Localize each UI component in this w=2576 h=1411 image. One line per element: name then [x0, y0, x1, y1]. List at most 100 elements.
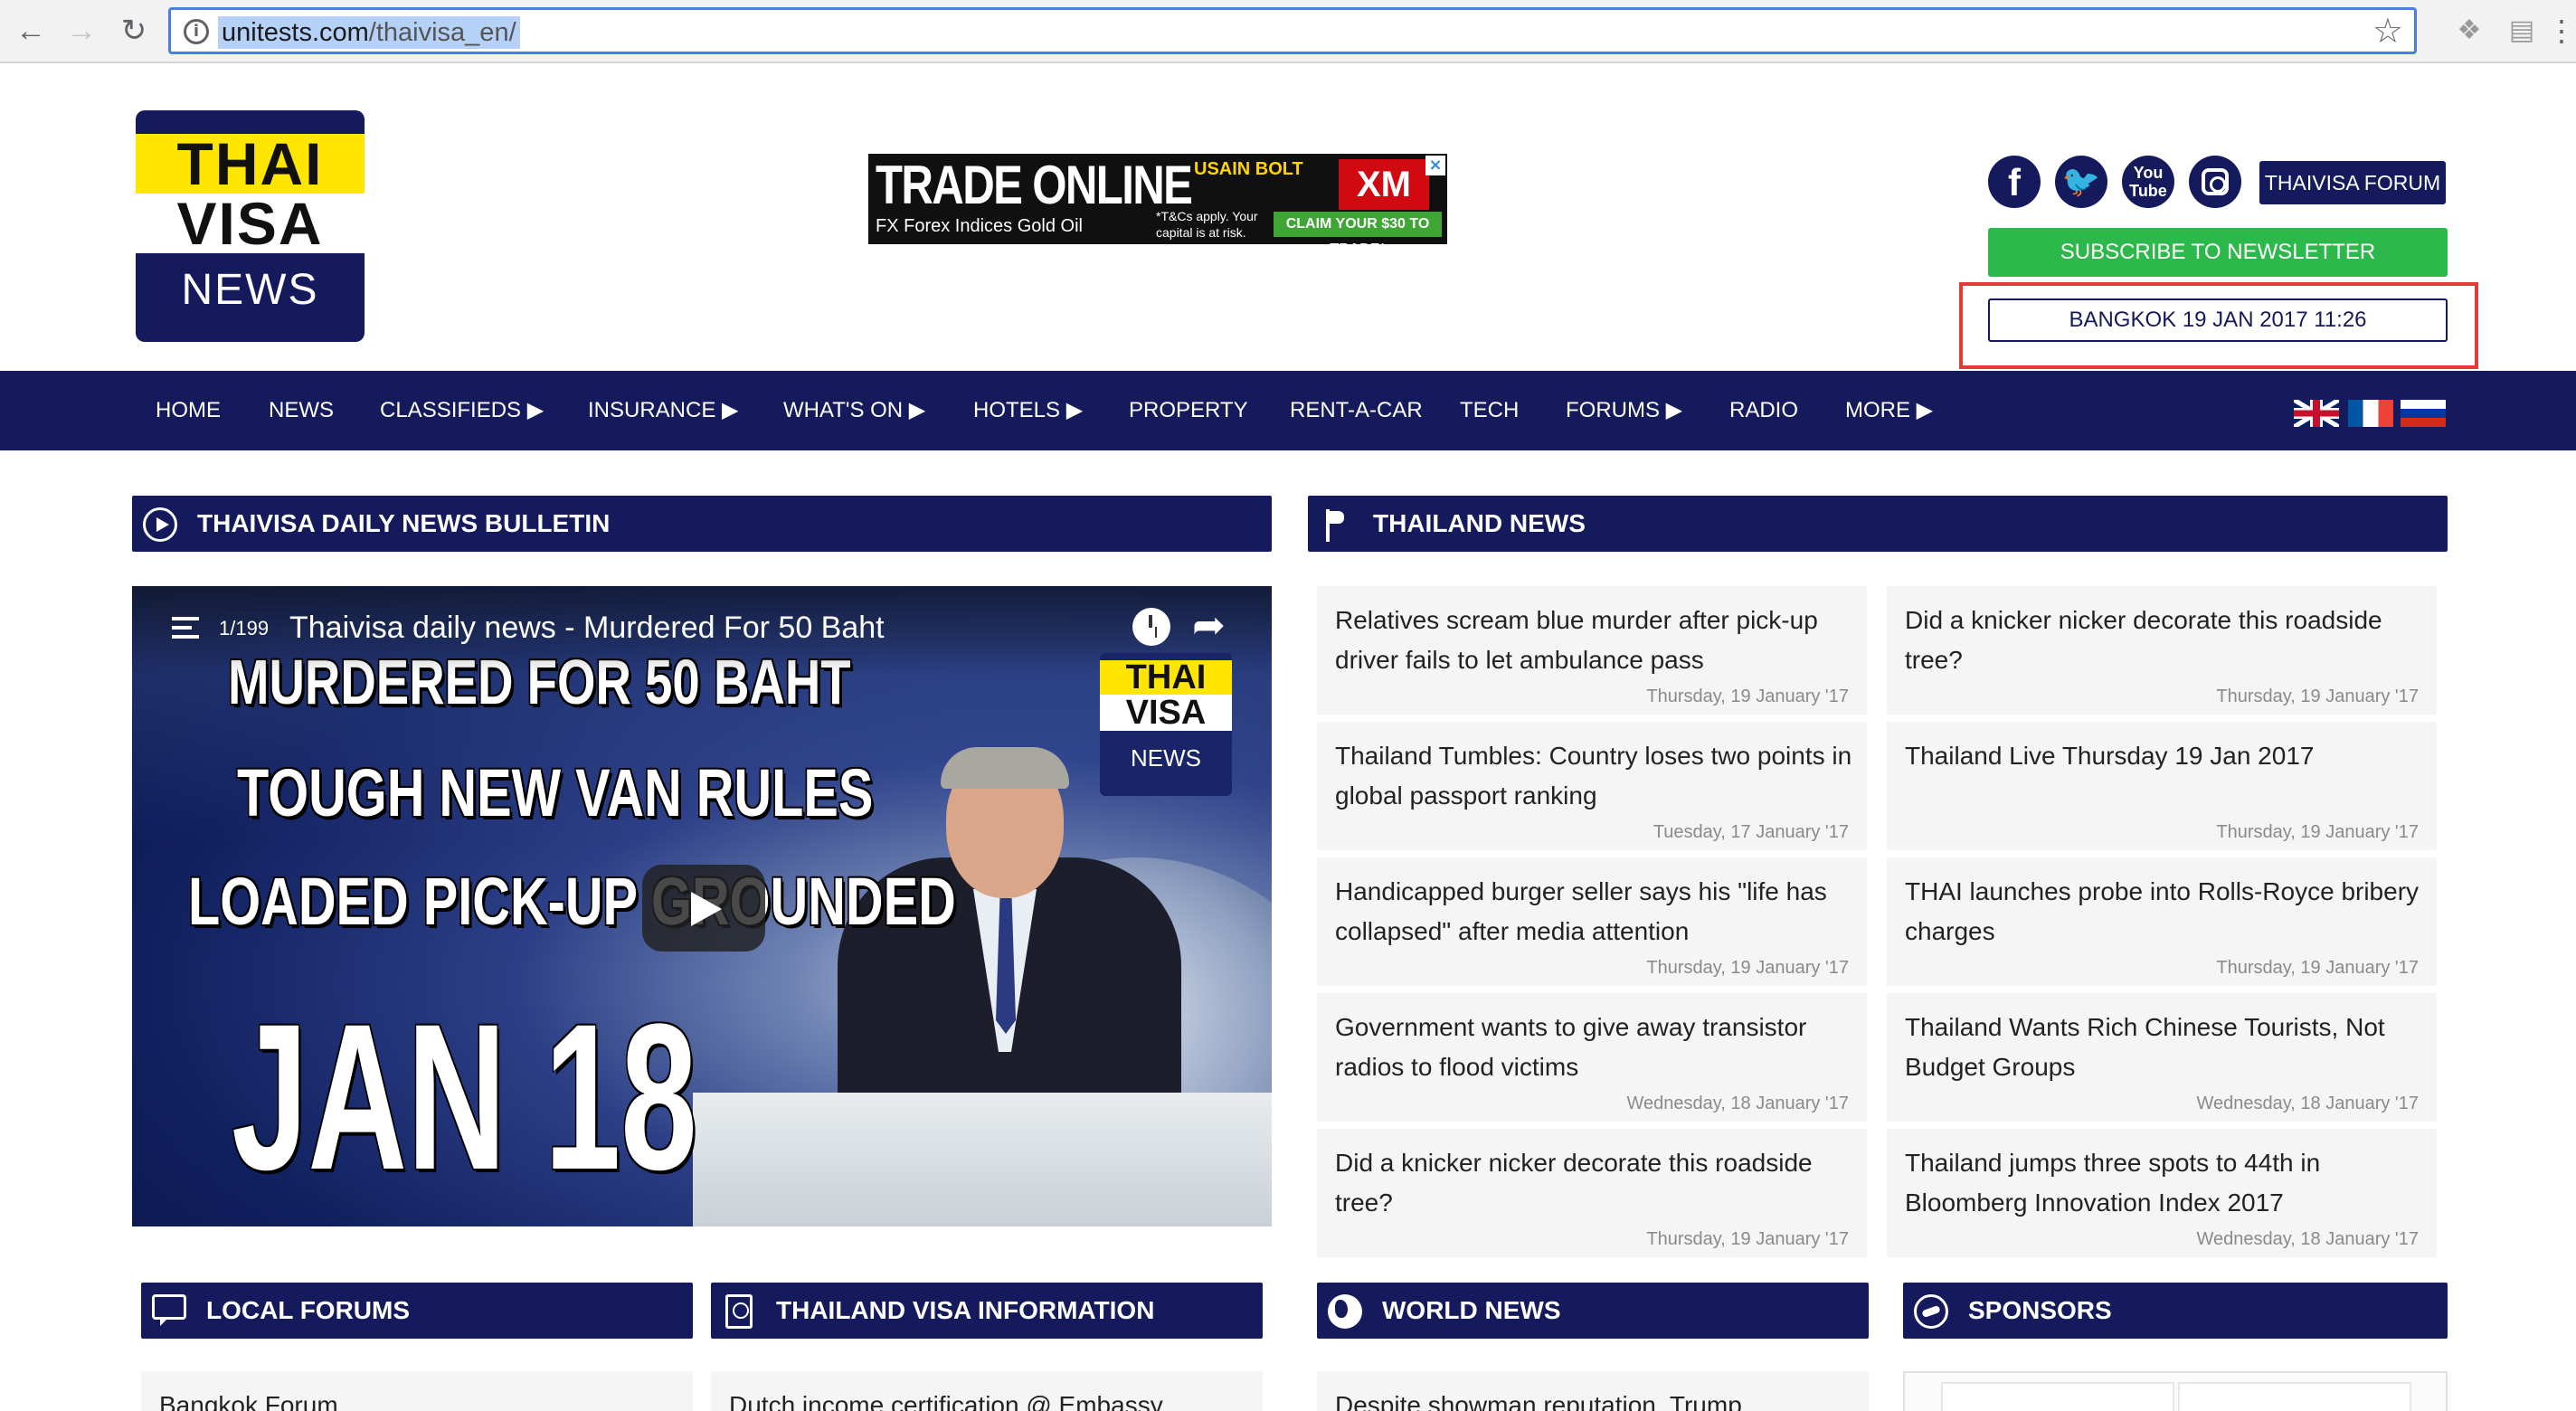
logo-line-thai: THAI	[136, 134, 365, 194]
ad-cta[interactable]: CLAIM YOUR $30 TO TRADE*	[1274, 212, 1442, 244]
browser-toolbar: ← → ↻ i unitests.com/thaivisa_en/ ☆ ❖ ▤ …	[0, 0, 2576, 63]
ad-banner[interactable]: TRADE ONLINE FX Forex Indices Gold Oil U…	[868, 154, 1447, 244]
section-daily-bulletin[interactable]: THAIVISA DAILY NEWS BULLETIN	[132, 496, 1272, 552]
facebook-icon[interactable]: f	[1988, 156, 2041, 208]
nav-whats-on[interactable]: WHAT'S ON ▶	[783, 371, 925, 450]
share-icon[interactable]: ➦	[1192, 606, 1226, 646]
article-title[interactable]: Thailand Wants Rich Chinese Tourists, No…	[1905, 1008, 2429, 1087]
video-player[interactable]: MURDERED FOR 50 BAHT TOUGH NEW VAN RULES…	[132, 586, 1272, 1226]
visa-info-list-item[interactable]: Dutch income certification @ Embassy	[711, 1371, 1263, 1411]
section-world-news[interactable]: WORLD NEWS	[1317, 1283, 1869, 1339]
news-article[interactable]: Handicapped burger seller says his "life…	[1317, 857, 1867, 986]
world-news-link[interactable]: Despite showman reputation, Trump	[1335, 1389, 1742, 1411]
section-sponsors[interactable]: SPONSORS	[1903, 1283, 2448, 1339]
nav-forums[interactable]: FORUMS ▶	[1566, 371, 1682, 450]
ad-brand: USAIN BOLT	[1194, 159, 1303, 179]
section-title: SPONSORS	[1968, 1296, 2112, 1324]
nav-radio[interactable]: RADIO	[1729, 371, 1798, 450]
section-title: THAILAND VISA INFORMATION	[776, 1296, 1155, 1324]
article-title[interactable]: Relatives scream blue murder after pick-…	[1335, 601, 1860, 680]
menu-icon[interactable]: ⋮	[2547, 13, 2576, 49]
news-article[interactable]: Thailand jumps three spots to 44th in Bl…	[1887, 1129, 2437, 1257]
logo-line-news: NEWS	[181, 266, 319, 314]
ad-headline: TRADE ONLINE	[876, 155, 1193, 215]
star-icon[interactable]: ☆	[2372, 14, 2403, 50]
logo-line-visa: VISA	[136, 194, 365, 253]
sponsor-box	[1903, 1371, 2448, 1411]
nav-tech[interactable]: TECH	[1460, 371, 1519, 450]
news-article[interactable]: Thailand Tumbles: Country loses two poin…	[1317, 722, 1867, 850]
sponsor-slot[interactable]	[2178, 1382, 2411, 1411]
world-news-list-item[interactable]: Despite showman reputation, Trump	[1317, 1371, 1869, 1411]
france-flag-icon[interactable]	[2348, 400, 2393, 427]
mini-logo-thai: THAI	[1100, 660, 1232, 695]
video-overlay-line-2: TOUGH NEW VAN RULES	[237, 755, 874, 830]
nav-more[interactable]: MORE ▶	[1845, 371, 1933, 450]
handshake-icon	[1914, 1294, 1948, 1329]
playlist-counter: 1/199	[219, 617, 270, 639]
article-title[interactable]: THAI launches probe into Rolls-Royce bri…	[1905, 872, 2429, 952]
play-circle-icon	[143, 507, 177, 542]
article-title[interactable]: Government wants to give away transistor…	[1335, 1008, 1860, 1087]
info-icon[interactable]: i	[184, 19, 209, 44]
mini-logo-news: NEWS	[1131, 744, 1201, 772]
article-date: Thursday, 19 January '17	[2216, 822, 2419, 842]
article-title[interactable]: Thailand Live Thursday 19 Jan 2017	[1905, 736, 2429, 776]
forum-list-item[interactable]: Bangkok Forum	[141, 1371, 693, 1411]
section-title: WORLD NEWS	[1382, 1296, 1561, 1324]
anchor-hair	[941, 747, 1069, 789]
article-title[interactable]: Handicapped burger seller says his "life…	[1335, 872, 1860, 952]
article-title[interactable]: Thailand Tumbles: Country loses two poin…	[1335, 736, 1860, 816]
instagram-icon[interactable]	[2189, 156, 2241, 208]
article-title[interactable]: Did a knicker nicker decorate this roads…	[1335, 1143, 1860, 1223]
nav-classifieds[interactable]: CLASSIFIEDS ▶	[380, 371, 544, 450]
url-path: /thaivisa_en/	[368, 18, 516, 47]
uk-flag-icon[interactable]	[2294, 400, 2339, 427]
article-title[interactable]: Did a knicker nicker decorate this roads…	[1905, 601, 2429, 680]
forward-arrow-icon[interactable]: →	[63, 13, 99, 49]
dropbox-icon[interactable]: ❖	[2451, 13, 2487, 49]
visa-info-link[interactable]: Dutch income certification @ Embassy	[729, 1389, 1163, 1411]
youtube-icon[interactable]: You Tube	[2122, 156, 2174, 208]
twitter-icon[interactable]: 🐦	[2055, 156, 2107, 208]
article-date: Thursday, 19 January '17	[1646, 958, 1849, 978]
ad-partner-logo: XM	[1339, 159, 1429, 210]
forum-link[interactable]: Bangkok Forum	[159, 1389, 338, 1411]
nav-news[interactable]: NEWS	[269, 371, 334, 450]
sponsor-slot[interactable]	[1941, 1382, 2174, 1411]
news-article[interactable]: Thailand Live Thursday 19 Jan 2017 Thurs…	[1887, 722, 2437, 850]
video-channel-logo: THAI VISA NEWS	[1100, 653, 1232, 796]
article-date: Thursday, 19 January '17	[1646, 1229, 1849, 1249]
article-date: Thursday, 19 January '17	[2216, 958, 2419, 978]
news-article[interactable]: Did a knicker nicker decorate this roads…	[1317, 1129, 1867, 1257]
subscribe-newsletter-button[interactable]: SUBSCRIBE TO NEWSLETTER	[1988, 228, 2448, 277]
reader-icon[interactable]: ▤	[2504, 13, 2540, 49]
section-thailand-news[interactable]: THAILAND NEWS	[1308, 496, 2448, 552]
nav-insurance[interactable]: INSURANCE ▶	[588, 371, 738, 450]
video-title[interactable]: Thaivisa daily news - Murdered For 50 Ba…	[289, 610, 885, 646]
news-article[interactable]: Did a knicker nicker decorate this roads…	[1887, 586, 2437, 715]
news-article[interactable]: Thailand Wants Rich Chinese Tourists, No…	[1887, 993, 2437, 1122]
russia-flag-icon[interactable]	[2401, 400, 2446, 427]
thailand-map-icon	[1319, 507, 1353, 542]
nav-hotels[interactable]: HOTELS ▶	[973, 371, 1083, 450]
play-button-icon[interactable]	[642, 865, 765, 952]
reload-icon[interactable]: ↻	[116, 13, 152, 49]
watch-later-icon[interactable]	[1132, 608, 1170, 646]
site-logo[interactable]: THAI VISA NEWS	[136, 110, 365, 342]
news-article[interactable]: Government wants to give away transistor…	[1317, 993, 1867, 1122]
thaivisa-forum-button[interactable]: THAIVISA FORUM	[2259, 161, 2446, 204]
nav-rent-a-car[interactable]: RENT-A-CAR	[1290, 371, 1423, 450]
nav-home[interactable]: HOME	[156, 371, 221, 450]
url-text[interactable]: unitests.com/thaivisa_en/	[218, 16, 520, 49]
article-title[interactable]: Thailand jumps three spots to 44th in Bl…	[1905, 1143, 2429, 1223]
address-bar[interactable]: i unitests.com/thaivisa_en/ ☆	[168, 7, 2417, 54]
back-arrow-icon[interactable]: ←	[13, 13, 49, 49]
news-article[interactable]: THAI launches probe into Rolls-Royce bri…	[1887, 857, 2437, 986]
section-local-forums[interactable]: LOCAL FORUMS	[141, 1283, 693, 1339]
nav-property[interactable]: PROPERTY	[1129, 371, 1248, 450]
news-article[interactable]: Relatives scream blue murder after pick-…	[1317, 586, 1867, 715]
playlist-icon[interactable]	[172, 617, 199, 639]
section-visa-information[interactable]: THAILAND VISA INFORMATION	[711, 1283, 1263, 1339]
ad-close-icon[interactable]: ×	[1425, 156, 1445, 175]
